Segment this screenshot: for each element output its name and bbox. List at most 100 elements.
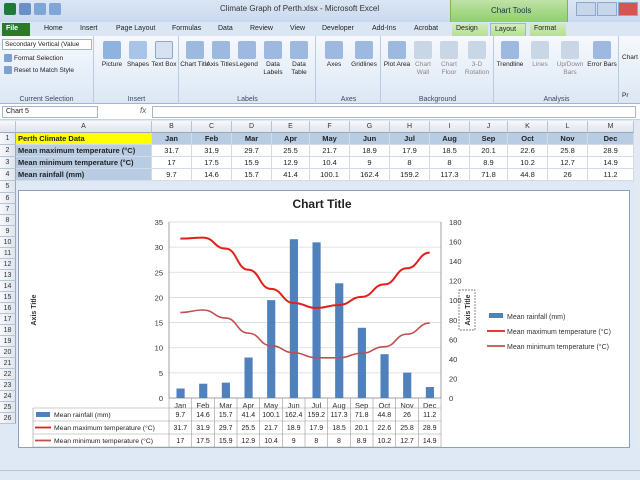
row-header[interactable]: 20 [0,347,16,358]
cell-value[interactable]: 15.9 [232,157,272,169]
format-selection-button[interactable]: Format Selection [4,54,63,62]
cell-value[interactable]: 8.9 [470,157,508,169]
cell-value[interactable]: 11.2 [588,169,634,181]
cell-value[interactable]: 21.7 [310,145,350,157]
column-header[interactable]: G [350,121,390,133]
tab-add-ins[interactable]: Add-Ins [368,23,400,36]
row-header[interactable]: 15 [0,292,16,303]
cell-header-label[interactable]: Perth Climate Data [16,133,152,145]
cell-value[interactable]: 44.8 [508,169,548,181]
cell-month-header[interactable]: Aug [430,133,470,145]
cell-value[interactable]: 22.6 [508,145,548,157]
cell-value[interactable]: 15.7 [232,169,272,181]
tab-format[interactable]: Format [530,23,566,36]
tab-formulas[interactable]: Formulas [168,23,205,36]
row-header[interactable]: 16 [0,303,16,314]
cell-value[interactable]: 17.9 [390,145,430,157]
tab-developer[interactable]: Developer [318,23,358,36]
cell-value[interactable]: 9.7 [152,169,192,181]
cell-row-label[interactable]: Mean minimum temperature (°C) [16,157,152,169]
cell-value[interactable]: 10.4 [310,157,350,169]
row-header[interactable]: 10 [0,237,16,248]
row-header[interactable]: 24 [0,391,16,402]
column-header[interactable]: F [310,121,350,133]
cell-value[interactable]: 12.9 [272,157,310,169]
column-header[interactable]: J [470,121,508,133]
data-table-button[interactable]: Data Table [284,41,314,77]
up-down-bars-button[interactable]: Up/Down Bars [555,41,585,77]
cell-month-header[interactable]: May [310,133,350,145]
tab-view[interactable]: View [286,23,309,36]
row-header[interactable]: 9 [0,226,16,237]
cell-value[interactable]: 100.1 [310,169,350,181]
tab-page-layout[interactable]: Page Layout [112,23,159,36]
cell-month-header[interactable]: Dec [588,133,634,145]
cell-value[interactable]: 8 [430,157,470,169]
cell-row-label[interactable]: Mean maximum temperature (°C) [16,145,152,157]
row-header[interactable]: 19 [0,336,16,347]
cell-value[interactable]: 18.5 [430,145,470,157]
column-header[interactable]: H [390,121,430,133]
cell-value[interactable]: 14.6 [192,169,232,181]
name-box[interactable]: Chart 5 [2,106,98,118]
redo-icon[interactable] [49,3,61,15]
cell-month-header[interactable]: Nov [548,133,588,145]
select-all-corner[interactable] [0,121,16,133]
row-header[interactable]: 13 [0,270,16,281]
chart-floor-button[interactable]: Chart Floor [434,41,464,77]
tab-design[interactable]: Design [452,23,488,36]
cell-value[interactable]: 162.4 [350,169,390,181]
cell-month-header[interactable]: Mar [232,133,272,145]
combo-chart[interactable]: Chart Title 0 5 10 15 20 25 30 35 0 20 40 60 80 100 120… [19,191,631,449]
cell-month-header[interactable]: Jun [350,133,390,145]
cell-month-header[interactable]: Oct [508,133,548,145]
chart-element-combo[interactable]: Secondary Vertical (Value [2,39,92,50]
formula-input[interactable] [152,106,636,118]
row-header[interactable]: 14 [0,281,16,292]
row-header[interactable]: 18 [0,325,16,336]
cell-month-header[interactable]: Jan [152,133,192,145]
row-header[interactable]: 23 [0,380,16,391]
cell-value[interactable]: 8 [390,157,430,169]
cell-month-header[interactable]: Sep [470,133,508,145]
close-button[interactable] [618,2,638,16]
cell-value[interactable]: 41.4 [272,169,310,181]
row-header[interactable]: 11 [0,248,16,259]
cell-value[interactable]: 18.9 [350,145,390,157]
vertical-scrollbar[interactable] [634,121,640,451]
row-header[interactable]: 6 [0,193,16,204]
column-header[interactable]: A [16,121,152,133]
minimize-button[interactable] [576,2,596,16]
lines-button[interactable]: Lines [525,41,555,69]
insert-function-icon[interactable]: fx [140,106,146,115]
column-header[interactable]: C [192,121,232,133]
column-header[interactable]: E [272,121,310,133]
cell-month-header[interactable]: Feb [192,133,232,145]
gridlines-button[interactable]: Gridlines [349,41,379,69]
chart-object[interactable]: Chart Title 0 5 10 15 20 25 30 35 0 20 40 60 80 100 120… [18,190,630,448]
tab-home[interactable]: Home [40,23,67,36]
row-header[interactable]: 12 [0,259,16,270]
tab-layout[interactable]: Layout [490,23,526,36]
column-header[interactable]: L [548,121,588,133]
tab-review[interactable]: Review [246,23,277,36]
cell-value[interactable]: 31.7 [152,145,192,157]
tab-insert[interactable]: Insert [76,23,102,36]
trendline-button[interactable]: Trendline [495,41,525,69]
cell-value[interactable]: 26 [548,169,588,181]
tab-data[interactable]: Data [214,23,237,36]
row-header[interactable]: 5 [0,181,16,193]
row-header[interactable]: 8 [0,215,16,226]
row-header[interactable]: 7 [0,204,16,215]
cell-month-header[interactable]: Jul [390,133,430,145]
column-header[interactable]: K [508,121,548,133]
cell-row-label[interactable]: Mean rainfall (mm) [16,169,152,181]
row-header[interactable]: 21 [0,358,16,369]
text-box-button[interactable]: Text Box [149,41,179,69]
column-header[interactable]: D [232,121,272,133]
reset-to-match-style-button[interactable]: Reset to Match Style [4,66,74,74]
column-header[interactable]: M [588,121,634,133]
row-header[interactable]: 1 [0,133,16,145]
column-header[interactable]: B [152,121,192,133]
row-header[interactable]: 4 [0,169,16,181]
